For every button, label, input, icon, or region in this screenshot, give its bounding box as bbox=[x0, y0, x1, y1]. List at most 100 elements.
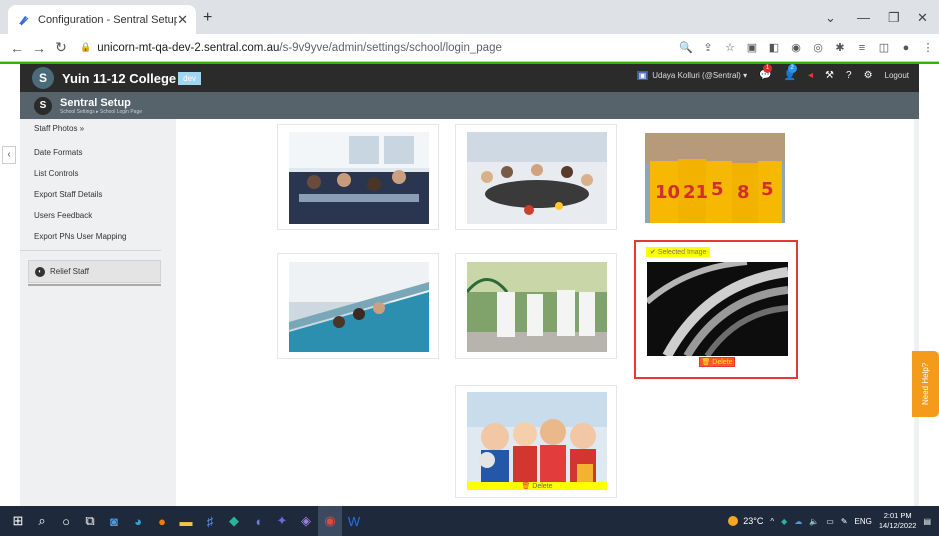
outlook-icon[interactable]: ◙ bbox=[102, 506, 126, 536]
close-tab-icon[interactable]: ✕ bbox=[177, 12, 188, 28]
delete-button[interactable]: 🗑 Delete bbox=[467, 482, 607, 490]
delete-button[interactable]: 🗑 Delete bbox=[699, 357, 735, 367]
app-icon[interactable]: ◆ bbox=[222, 506, 246, 536]
image-card[interactable] bbox=[455, 253, 617, 359]
tools-icon[interactable]: ⚒ bbox=[825, 70, 834, 81]
profile-icon[interactable]: ● bbox=[895, 42, 917, 54]
sidebar-item-date-formats[interactable]: Date Formats bbox=[20, 142, 170, 163]
windows-taskbar: ⊞ ⌕ ○ ⧉ ◙ ◕ ● ▬ ♯ ◆ ◖ ✦ ◈ ◉ W 23°C ^ ◆ ☁… bbox=[0, 506, 939, 536]
reading-list-icon[interactable]: ≡ bbox=[851, 42, 873, 54]
forward-icon[interactable]: → bbox=[28, 40, 50, 56]
app-icon[interactable]: ◈ bbox=[294, 506, 318, 536]
svg-text:21: 21 bbox=[683, 182, 708, 203]
messages-icon[interactable]: 💬 1 bbox=[759, 64, 773, 81]
side-panel-icon[interactable]: ◫ bbox=[873, 41, 895, 54]
need-help-button[interactable]: Need Help? bbox=[912, 351, 939, 417]
sidebar-item-export-staff-details[interactable]: Export Staff Details bbox=[20, 184, 170, 205]
user-menu[interactable]: ▣ Udaya Kolluri (@Sentral) ▾ bbox=[636, 71, 747, 80]
sidebar-item-users-feedback[interactable]: Users Feedback bbox=[20, 205, 170, 226]
image-card[interactable] bbox=[277, 253, 439, 359]
lock-icon: 🔒 bbox=[80, 42, 92, 52]
onedrive-icon[interactable]: ☁ bbox=[794, 517, 802, 526]
url-path: /s-9v9yve/admin/settings/school/login_pa… bbox=[279, 41, 502, 54]
address-bar: ← → ↻ 🔒 unicorn-mt-qa-dev-2.sentral.com.… bbox=[0, 34, 939, 62]
school-name[interactable]: Yuin 11-12 College bbox=[62, 71, 176, 86]
sidebar-item-export-pns-user-mapping[interactable]: Export PNs User Mapping bbox=[20, 226, 170, 247]
file-explorer-icon[interactable]: ▬ bbox=[174, 506, 198, 536]
tray-chevron-icon[interactable]: ^ bbox=[770, 517, 774, 526]
collapse-sidebar-icon[interactable]: ‹ bbox=[2, 146, 16, 164]
share-icon[interactable]: ⇪ bbox=[697, 41, 719, 54]
abstract-spiral-photo bbox=[647, 262, 788, 356]
image-card[interactable]: 10 21 5 8 5 bbox=[634, 124, 796, 230]
tab-search-icon[interactable]: ⌄ bbox=[825, 10, 836, 26]
people-icon[interactable]: 👤 2 bbox=[784, 64, 797, 81]
sidebar-item-staff-photos[interactable]: Staff Photos » bbox=[20, 119, 170, 139]
extension-icon[interactable]: ◧ bbox=[763, 41, 785, 54]
sun-icon bbox=[728, 516, 739, 526]
extension-icon[interactable]: ◉ bbox=[785, 41, 807, 54]
settings-gear-icon[interactable]: ⚙ bbox=[864, 70, 873, 81]
firefox-icon[interactable]: ● bbox=[150, 506, 174, 536]
clock[interactable]: 2:01 PM 14/12/2022 bbox=[879, 511, 917, 531]
word-icon[interactable]: W bbox=[342, 506, 366, 536]
setup-title: Sentral Setup bbox=[60, 96, 131, 109]
setup-subheader: S Sentral Setup School Settings ▸ School… bbox=[20, 92, 919, 119]
task-view-icon[interactable]: ⧉ bbox=[78, 506, 102, 536]
logout-link[interactable]: Logout bbox=[885, 71, 909, 80]
reload-icon[interactable]: ↻ bbox=[50, 39, 72, 56]
clock-date: 14/12/2022 bbox=[878, 521, 917, 530]
alert-icon[interactable]: ◂ bbox=[808, 70, 813, 81]
image-card[interactable]: 🗑 Delete bbox=[455, 385, 617, 498]
extension-icon[interactable]: ◎ bbox=[807, 41, 829, 54]
tray-app-icon[interactable]: ◆ bbox=[781, 517, 787, 526]
minimize-icon[interactable]: — bbox=[857, 10, 870, 25]
clock-time: 2:01 PM bbox=[883, 511, 912, 520]
pen-icon[interactable]: ✎ bbox=[841, 517, 848, 526]
stairs-photo bbox=[289, 262, 429, 352]
sidebar-item-list-controls[interactable]: List Controls bbox=[20, 163, 170, 184]
windows-start-icon[interactable]: ⊞ bbox=[6, 506, 30, 536]
selected-image-card[interactable]: ✔ Selected Image 🗑 Delete bbox=[634, 240, 798, 379]
url-field[interactable]: 🔒 unicorn-mt-qa-dev-2.sentral.com.au/s-9… bbox=[80, 42, 675, 54]
sports-team-photo: 10 21 5 8 5 bbox=[645, 133, 785, 223]
bookmark-star-icon[interactable]: ☆ bbox=[719, 41, 741, 54]
language-indicator[interactable]: ENG bbox=[855, 517, 872, 526]
user-avatar-icon: ▣ bbox=[636, 71, 649, 80]
cortana-icon[interactable]: ○ bbox=[54, 506, 78, 536]
chrome-icon[interactable]: ◉ bbox=[318, 506, 342, 536]
teams-icon[interactable]: ✦ bbox=[270, 506, 294, 536]
sentral-logo-icon[interactable]: S bbox=[32, 67, 54, 89]
menu-icon[interactable]: ⋮ bbox=[917, 41, 939, 54]
image-card[interactable] bbox=[277, 124, 439, 230]
browser-tab[interactable]: Configuration - Sentral Setup ✕ bbox=[8, 5, 196, 34]
env-badge: dev bbox=[178, 71, 202, 85]
app-icon[interactable]: ◖ bbox=[246, 506, 270, 536]
battery-icon[interactable]: ▭ bbox=[826, 517, 834, 526]
search-icon[interactable]: ⌕ bbox=[30, 506, 54, 536]
network-app-icon[interactable]: ♯ bbox=[198, 506, 222, 536]
weather-widget[interactable]: 23°C bbox=[728, 516, 763, 526]
svg-text:10: 10 bbox=[655, 182, 680, 203]
help-icon[interactable]: ? bbox=[846, 70, 852, 81]
browser-tabbar: Configuration - Sentral Setup ✕ + ⌄ — ❐ … bbox=[0, 0, 939, 34]
restore-icon[interactable]: ❐ bbox=[888, 10, 900, 26]
tab-title: Configuration - Sentral Setup bbox=[38, 13, 178, 26]
system-tray: 23°C ^ ◆ ☁ 🔈 ▭ ✎ ENG 2:01 PM 14/12/2022 … bbox=[728, 506, 931, 536]
students-circle-photo bbox=[467, 132, 607, 224]
close-window-icon[interactable]: ✕ bbox=[917, 10, 928, 26]
new-tab-icon[interactable]: + bbox=[203, 9, 212, 27]
image-card[interactable] bbox=[455, 124, 617, 230]
notifications-icon[interactable]: ▤ bbox=[923, 517, 931, 526]
sidebar-item-relief-staff[interactable]: ◐ Relief Staff bbox=[28, 260, 161, 283]
messages-count-badge: 1 bbox=[763, 64, 773, 73]
zoom-icon[interactable]: 🔍 bbox=[675, 41, 697, 54]
volume-icon[interactable]: 🔈 bbox=[809, 517, 819, 526]
extensions-puzzle-icon[interactable]: ✱ bbox=[829, 41, 851, 54]
extension-icon[interactable]: ▣ bbox=[741, 41, 763, 54]
edge-icon[interactable]: ◕ bbox=[126, 506, 150, 536]
people-count-badge: 2 bbox=[787, 64, 797, 73]
back-icon[interactable]: ← bbox=[6, 40, 28, 56]
relief-staff-icon: ◐ bbox=[35, 266, 45, 277]
url-domain: unicorn-mt-qa-dev-2.sentral.com.au bbox=[97, 41, 280, 54]
